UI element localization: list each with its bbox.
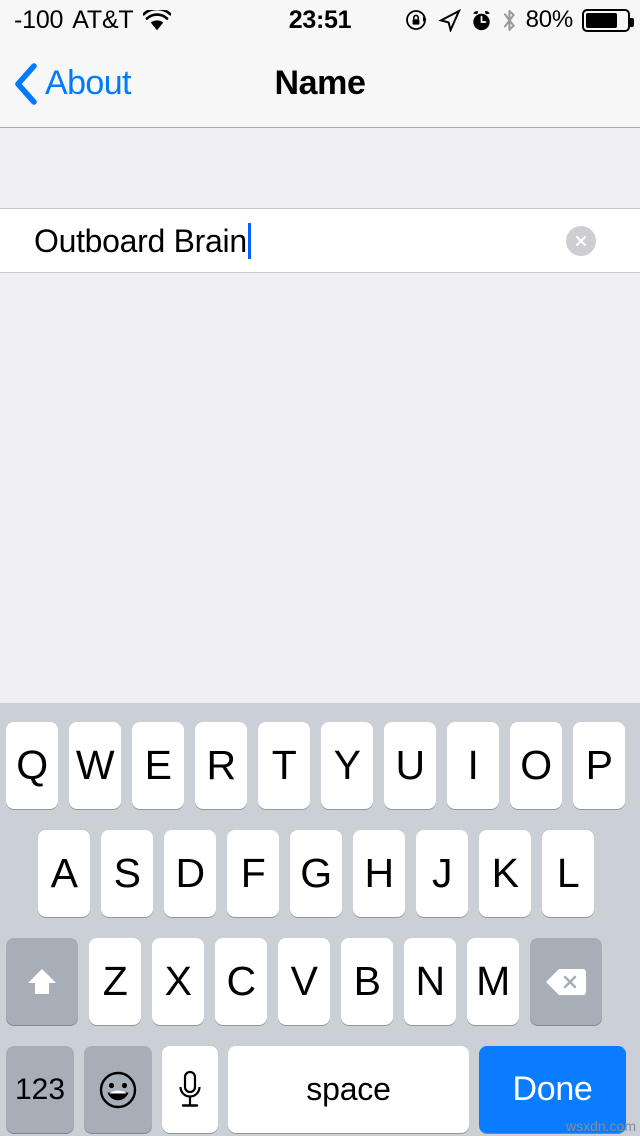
back-button[interactable]: About — [14, 40, 131, 127]
bluetooth-icon — [502, 8, 517, 33]
name-input-value: Outboard Brain — [34, 222, 247, 259]
numeric-mode-key[interactable]: 123 — [6, 1046, 74, 1133]
name-field-cell[interactable]: Outboard Brain — [0, 209, 640, 273]
key-f[interactable]: F — [227, 830, 279, 917]
key-i[interactable]: I — [447, 722, 499, 809]
clock-time: 23:51 — [288, 5, 352, 34]
key-o[interactable]: O — [510, 722, 562, 809]
key-g[interactable]: G — [290, 830, 342, 917]
key-t[interactable]: T — [258, 722, 310, 809]
location-arrow-icon — [437, 8, 461, 32]
battery-icon — [582, 8, 634, 32]
emoji-key[interactable] — [84, 1046, 152, 1133]
backspace-delete-icon — [544, 966, 588, 998]
battery-percent-text: 80% — [525, 6, 574, 33]
keyboard-row-3: Z X C V B N M — [6, 938, 640, 1025]
key-k[interactable]: K — [479, 830, 531, 917]
key-a[interactable]: A — [38, 830, 90, 917]
key-l[interactable]: L — [542, 830, 594, 917]
status-bar: -100 AT&T 23:51 80% — [0, 0, 640, 40]
navigation-bar: Name About — [0, 40, 640, 128]
key-e[interactable]: E — [132, 722, 184, 809]
key-y[interactable]: Y — [321, 722, 373, 809]
key-n[interactable]: N — [404, 938, 456, 1025]
key-q[interactable]: Q — [6, 722, 58, 809]
key-w[interactable]: W — [69, 722, 121, 809]
key-h[interactable]: H — [353, 830, 405, 917]
key-j[interactable]: J — [416, 830, 468, 917]
clear-text-button[interactable] — [566, 225, 596, 256]
dictation-key[interactable] — [162, 1046, 218, 1133]
backspace-key[interactable] — [530, 938, 602, 1025]
space-key[interactable]: space — [228, 1046, 469, 1133]
table-section-header — [0, 128, 640, 209]
return-done-key[interactable]: Done — [479, 1046, 626, 1133]
status-bar-right-group: 80% — [405, 0, 634, 40]
keyboard-row-1: Q W E R T Y U I O P — [6, 722, 640, 809]
key-u[interactable]: U — [384, 722, 436, 809]
key-z[interactable]: Z — [89, 938, 141, 1025]
shift-key[interactable] — [6, 938, 78, 1025]
key-s[interactable]: S — [101, 830, 153, 917]
microphone-icon — [174, 1068, 206, 1112]
key-r[interactable]: R — [195, 722, 247, 809]
keyboard-row-4: 123 space Done — [6, 1046, 640, 1133]
back-button-label: About — [45, 64, 131, 102]
name-input-wrapper[interactable]: Outboard Brain — [34, 222, 251, 259]
battery-fill — [586, 12, 618, 28]
shift-arrow-icon — [23, 963, 61, 1001]
on-screen-keyboard: Q W E R T Y U I O P A S D F G H J K L Z … — [0, 703, 640, 1136]
key-m[interactable]: M — [467, 938, 519, 1025]
smiley-face-icon — [96, 1068, 140, 1112]
key-v[interactable]: V — [278, 938, 330, 1025]
key-d[interactable]: D — [164, 830, 216, 917]
key-c[interactable]: C — [215, 938, 267, 1025]
key-p[interactable]: P — [573, 722, 625, 809]
chevron-left-icon — [14, 62, 38, 105]
text-cursor — [247, 222, 251, 259]
keyboard-row-2: A S D F G H J K L — [38, 830, 640, 917]
rotation-lock-icon — [405, 8, 429, 32]
alarm-clock-icon — [470, 9, 493, 32]
iphone-screen: -100 AT&T 23:51 80% Name About Outboard … — [0, 0, 640, 1136]
key-x[interactable]: X — [152, 938, 204, 1025]
key-b[interactable]: B — [341, 938, 393, 1025]
